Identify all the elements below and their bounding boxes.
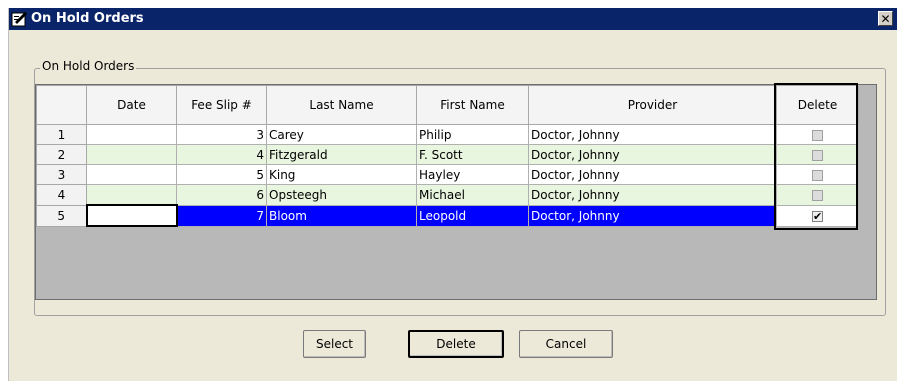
row-number[interactable]: 4 [36, 184, 87, 206]
first-name-cell[interactable]: Leopold [416, 204, 529, 227]
delete-cell[interactable] [776, 164, 859, 185]
last-name-cell[interactable]: Carey [266, 124, 417, 145]
first-name-cell[interactable]: F. Scott [416, 144, 529, 165]
row-number[interactable]: 1 [36, 124, 87, 145]
delete-checkbox[interactable] [812, 169, 823, 181]
fee-slip-cell[interactable]: 7 [176, 204, 267, 227]
orders-table: Date Fee Slip # Last Name First Name Pro… [36, 85, 859, 227]
table-row[interactable]: 2 4 Fitzgerald F. Scott Doctor, Johnny [36, 144, 859, 165]
provider-cell[interactable]: Doctor, Johnny [528, 204, 777, 227]
groupbox-label: On Hold Orders [40, 59, 137, 73]
column-header-date[interactable]: Date [86, 85, 177, 125]
delete-checkbox[interactable] [812, 189, 823, 201]
column-header-rownum [36, 85, 87, 125]
row-number[interactable]: 3 [36, 164, 87, 185]
provider-cell[interactable]: Doctor, Johnny [528, 164, 777, 185]
delete-cell[interactable] [776, 124, 859, 145]
fee-slip-cell[interactable]: 6 [176, 184, 267, 206]
delete-cell[interactable]: ✔ [776, 204, 859, 227]
last-name-cell[interactable]: Bloom [266, 204, 417, 227]
title-bar[interactable]: On Hold Orders ✕ [9, 8, 897, 30]
first-name-cell[interactable]: Hayley [416, 164, 529, 185]
date-cell[interactable] [85, 204, 178, 227]
delete-cell[interactable] [776, 184, 859, 206]
column-header-provider[interactable]: Provider [528, 85, 777, 125]
delete-checkbox[interactable] [812, 129, 823, 141]
row-number[interactable]: 5 [36, 204, 87, 227]
table-row[interactable]: 1 3 Carey Philip Doctor, Johnny [36, 124, 859, 145]
column-header-first-name[interactable]: First Name [416, 85, 529, 125]
first-name-cell[interactable]: Michael [416, 184, 529, 206]
last-name-cell[interactable]: Opsteegh [266, 184, 417, 206]
date-cell[interactable] [86, 144, 177, 165]
delete-button[interactable]: Delete [408, 330, 504, 358]
row-number[interactable]: 2 [36, 144, 87, 165]
close-button[interactable]: ✕ [878, 11, 893, 26]
provider-cell[interactable]: Doctor, Johnny [528, 184, 777, 206]
delete-checkbox[interactable] [812, 149, 823, 161]
fee-slip-cell[interactable]: 3 [176, 124, 267, 145]
window-title: On Hold Orders [31, 11, 144, 26]
close-icon: ✕ [880, 12, 891, 26]
column-header-fee-slip[interactable]: Fee Slip # [176, 85, 267, 125]
cancel-button[interactable]: Cancel [519, 330, 613, 358]
date-cell[interactable] [86, 164, 177, 185]
column-header-last-name[interactable]: Last Name [266, 85, 417, 125]
delete-checkbox-checked[interactable]: ✔ [812, 210, 823, 222]
first-name-cell[interactable]: Philip [416, 124, 529, 145]
orders-grid[interactable]: Date Fee Slip # Last Name First Name Pro… [35, 84, 877, 300]
table-row[interactable]: 4 6 Opsteegh Michael Doctor, Johnny [36, 184, 859, 206]
fee-slip-cell[interactable]: 4 [176, 144, 267, 165]
header-row: Date Fee Slip # Last Name First Name Pro… [36, 85, 859, 125]
delete-cell[interactable] [776, 144, 859, 165]
provider-cell[interactable]: Doctor, Johnny [528, 124, 777, 145]
date-cell[interactable] [86, 124, 177, 145]
select-button[interactable]: Select [303, 330, 366, 358]
table-row-selected[interactable]: 5 7 Bloom Leopold Doctor, Johnny ✔ [36, 204, 859, 227]
last-name-cell[interactable]: Fitzgerald [266, 144, 417, 165]
column-header-delete[interactable]: Delete [776, 85, 859, 125]
last-name-cell[interactable]: King [266, 164, 417, 185]
date-cell[interactable] [86, 184, 177, 206]
fee-slip-cell[interactable]: 5 [176, 164, 267, 185]
table-row[interactable]: 3 5 King Hayley Doctor, Johnny [36, 164, 859, 185]
provider-cell[interactable]: Doctor, Johnny [528, 144, 777, 165]
window-app-icon [11, 12, 27, 27]
